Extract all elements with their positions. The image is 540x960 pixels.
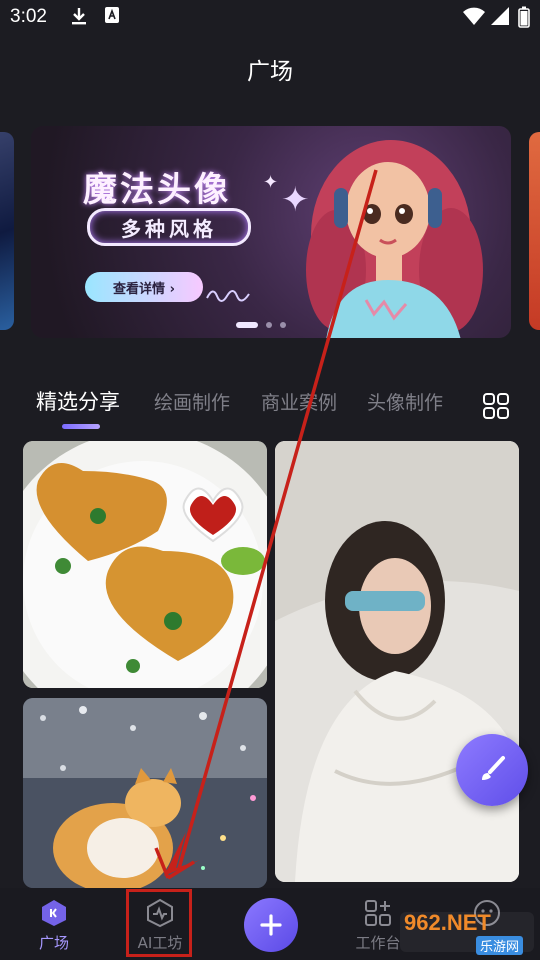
watermark-brand: 962.NET <box>404 910 491 935</box>
carousel-next-peek[interactable] <box>529 132 540 330</box>
watermark-sub: 乐游网 <box>476 936 524 955</box>
tab-avatar-making[interactable]: 头像制作 <box>367 388 443 415</box>
banner-title: 魔法头像 <box>83 170 231 210</box>
wifi-icon <box>462 6 486 31</box>
create-plus-button[interactable] <box>244 898 298 952</box>
tab-painting[interactable]: 绘画制作 <box>154 388 230 415</box>
nav-label-square: 广场 <box>38 934 69 952</box>
active-tab-indicator <box>62 424 100 429</box>
cat-on-wet-street-image[interactable] <box>23 698 267 888</box>
heart-shaped-schnitzel-image[interactable] <box>23 441 267 688</box>
view-details-button[interactable]: 查看详情 › <box>85 272 203 302</box>
status-bar: 3:02 <box>0 0 540 36</box>
status-time: 3:02 <box>10 6 47 27</box>
plus-icon <box>260 914 282 936</box>
site-watermark-logo: 962.NET 乐游网 <box>398 908 536 956</box>
grid-menu-icon[interactable] <box>482 392 510 420</box>
nav-item-square[interactable]: 广场 <box>9 888 99 960</box>
page-title: 广场 <box>247 59 293 85</box>
battery-icon <box>518 6 530 33</box>
squiggle-decoration <box>206 290 250 302</box>
woman-with-sunglasses-image[interactable] <box>275 441 519 882</box>
workbench-icon <box>365 900 391 926</box>
avatar-girl-illustration <box>306 140 483 338</box>
download-icon <box>70 6 88 31</box>
carousel-indicator <box>236 322 286 328</box>
notification-a-icon <box>104 6 120 29</box>
create-brush-button[interactable] <box>456 734 528 806</box>
tab-featured-share[interactable]: 精选分享 <box>36 386 120 416</box>
carousel-prev-peek[interactable] <box>0 132 14 330</box>
brush-icon <box>482 756 505 780</box>
tab-business-cases[interactable]: 商业案例 <box>261 388 337 415</box>
signal-icon <box>490 6 510 31</box>
promo-banner[interactable]: 魔法头像 ✦ ✦ 多种风格 查看详情 › <box>31 126 511 338</box>
square-home-icon <box>42 900 66 926</box>
banner-tagline: 多种风格 <box>87 208 251 246</box>
sparkle-icon: ✦ <box>263 172 279 193</box>
annotation-highlight-box <box>126 889 192 957</box>
